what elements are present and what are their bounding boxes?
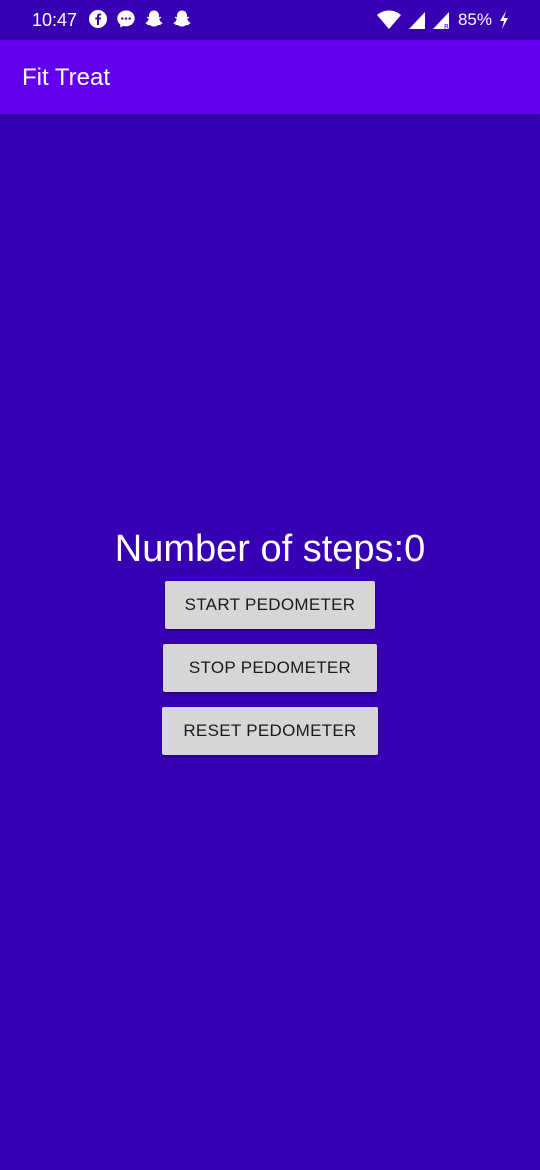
messenger-icon xyxy=(117,10,135,28)
signal-roaming-icon: R xyxy=(432,12,449,30)
wifi-icon: x xyxy=(376,10,401,29)
status-time: 10:47 xyxy=(32,10,78,30)
svg-text:R: R xyxy=(444,23,449,30)
snapchat-icon xyxy=(145,10,163,27)
signal-icon xyxy=(408,12,425,29)
svg-text:x: x xyxy=(393,10,397,18)
stop-pedometer-button[interactable]: STOP PEDOMETER xyxy=(163,644,377,692)
facebook-icon xyxy=(89,10,107,28)
snapchat-icon xyxy=(173,10,191,27)
start-pedometer-button[interactable]: START PEDOMETER xyxy=(165,581,375,629)
status-bar: 10:47 x R 85% xyxy=(0,0,540,40)
battery-percentage: 85% xyxy=(457,10,492,29)
app-bar: Fit Treat xyxy=(0,40,540,114)
notification-icons xyxy=(88,9,192,29)
app-title: Fit Treat xyxy=(22,64,111,91)
status-right: x R 85% xyxy=(376,8,510,32)
charging-icon xyxy=(500,11,508,29)
reset-pedometer-button[interactable]: RESET PEDOMETER xyxy=(162,707,378,755)
steps-count-label: Number of steps:0 xyxy=(114,528,426,570)
